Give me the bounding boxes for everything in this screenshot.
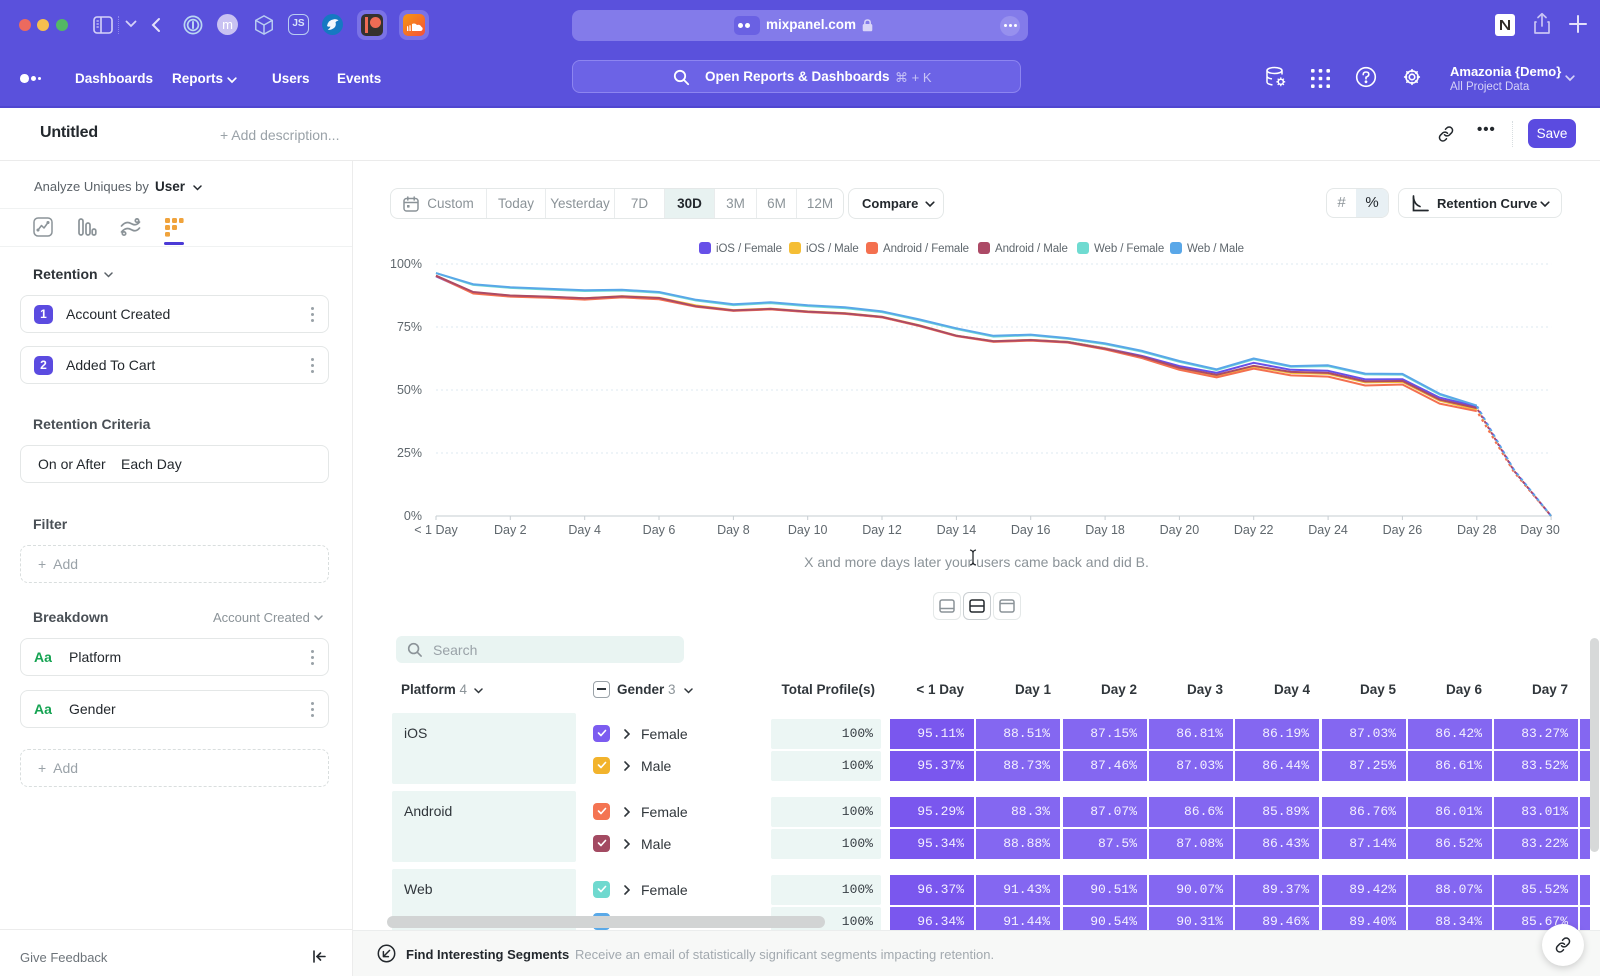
svg-text:0%: 0% (404, 509, 422, 523)
svg-text:< 1 Day: < 1 Day (414, 523, 458, 537)
svg-text:Day 4: Day 4 (568, 523, 601, 537)
svg-text:Day 26: Day 26 (1383, 523, 1423, 537)
svg-text:Day 20: Day 20 (1160, 523, 1200, 537)
svg-text:Day 12: Day 12 (862, 523, 902, 537)
svg-text:Day 10: Day 10 (788, 523, 828, 537)
svg-text:75%: 75% (397, 320, 422, 334)
svg-text:Day 2: Day 2 (494, 523, 527, 537)
svg-text:Day 24: Day 24 (1308, 523, 1348, 537)
svg-text:Day 8: Day 8 (717, 523, 750, 537)
svg-text:Day 6: Day 6 (643, 523, 676, 537)
svg-text:100%: 100% (390, 257, 422, 271)
svg-text:25%: 25% (397, 446, 422, 460)
svg-text:Day 18: Day 18 (1085, 523, 1125, 537)
svg-text:Day 28: Day 28 (1457, 523, 1497, 537)
svg-text:50%: 50% (397, 383, 422, 397)
svg-text:Day 14: Day 14 (937, 523, 977, 537)
svg-text:Day 30: Day 30 (1520, 523, 1560, 537)
svg-text:Day 16: Day 16 (1011, 523, 1051, 537)
svg-text:Day 22: Day 22 (1234, 523, 1274, 537)
